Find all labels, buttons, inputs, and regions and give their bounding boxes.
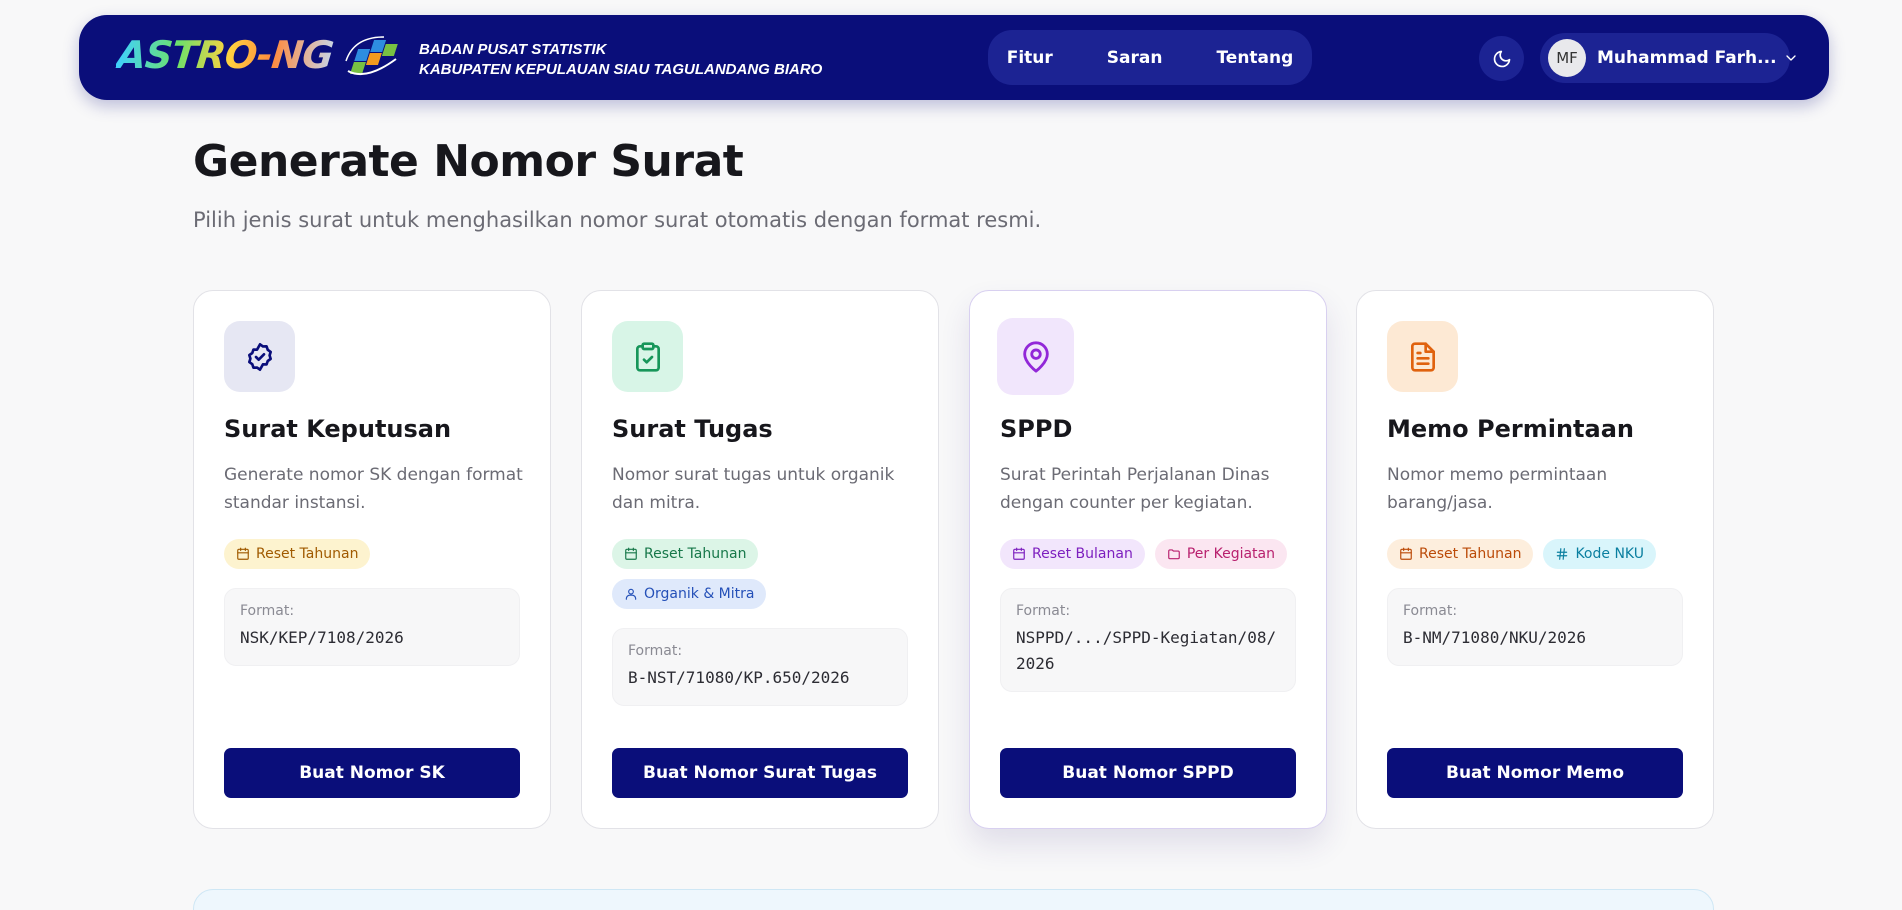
- badge-organik-mitra: Organik & Mitra: [612, 579, 767, 609]
- badge-label: Per Kegiatan: [1186, 546, 1275, 562]
- badge-reset-tahunan: Reset Tahunan: [224, 539, 371, 569]
- buat-nomor-memo-button[interactable]: Buat Nomor Memo: [1387, 748, 1683, 798]
- card-description: Nomor memo permintaan barang/jasa.: [1387, 465, 1608, 513]
- card-surat-tugas: Surat Tugas Nomor surat tugas untuk orga…: [581, 290, 939, 829]
- badge-check-icon: [247, 342, 272, 371]
- format-box: Format: B-NM/71080/NKU/2026: [1387, 588, 1683, 666]
- format-label: Format:: [1403, 603, 1458, 619]
- bps-logo-icon: [345, 36, 398, 75]
- card-title: Surat Keputusan: [224, 415, 452, 443]
- hash-icon: [1557, 548, 1568, 560]
- users-icon: [625, 588, 637, 600]
- clipboard-check-icon: [635, 341, 660, 372]
- badge-kode-nku: Kode NKU: [1543, 539, 1656, 569]
- theme-toggle-button[interactable]: [1479, 36, 1524, 81]
- card-description: Nomor surat tugas untuk organik dan mitr…: [612, 465, 895, 513]
- badge-reset-tahunan: Reset Tahunan: [612, 539, 759, 569]
- folder-icon: [1168, 549, 1180, 560]
- format-box: Format: B-NST/71080/KP.650/2026: [612, 628, 908, 706]
- card-surat-keputusan: Surat Keputusan Generate nomor SK dengan…: [193, 290, 551, 829]
- format-value: NSPPD/.../SPPD-Kegiatan/08/2026: [1016, 628, 1277, 673]
- card-icon-container: [997, 318, 1074, 395]
- org-line-1: BADAN PUSAT STATISTIK: [419, 41, 607, 58]
- chevron-down-icon: [1783, 50, 1799, 66]
- card-description: Generate nomor SK dengan format standar …: [224, 465, 523, 513]
- organization-name: BADAN PUSAT STATISTIK KABUPATEN KEPULAUA…: [419, 40, 822, 80]
- badge-per-kegiatan: Per Kegiatan: [1154, 539, 1287, 569]
- card-icon-container: [224, 321, 295, 392]
- app-logo[interactable]: ASTRO-NG: [115, 33, 335, 77]
- card-title: Surat Tugas: [612, 415, 773, 443]
- card-title: Memo Permintaan: [1387, 415, 1634, 443]
- nav-link-tentang[interactable]: Tentang: [1189, 48, 1320, 68]
- badge-label: Kode NKU: [1575, 546, 1644, 562]
- badge-label: Reset Tahunan: [1419, 546, 1522, 562]
- main-nav: Fitur Saran Tentang: [988, 30, 1312, 85]
- format-box: Format: NSK/KEP/7108/2026: [224, 588, 520, 666]
- moon-icon: [1493, 50, 1510, 67]
- badge-reset-tahunan: Reset Tahunan: [1387, 539, 1534, 569]
- card-sppd: SPPD Surat Perintah Perjalanan Dinas den…: [969, 290, 1327, 829]
- card-icon-container: [612, 321, 683, 392]
- badge-list: Reset Tahunan: [224, 539, 524, 569]
- format-box: Format: NSPPD/.../SPPD-Kegiatan/08/2026: [1000, 588, 1296, 692]
- calendar-icon: [625, 547, 637, 560]
- buat-nomor-sppd-button[interactable]: Buat Nomor SPPD: [1000, 748, 1296, 798]
- badge-list: Reset Bulanan Per Kegiatan: [1000, 539, 1300, 569]
- badge-list: Reset Tahunan Organik & Mitra: [612, 539, 912, 609]
- badge-reset-bulanan: Reset Bulanan: [1000, 539, 1145, 569]
- org-line-2: KABUPATEN KEPULAUAN SIAU TAGULANDANG BIA…: [419, 61, 823, 78]
- user-name: Muhammad Farh...: [1597, 48, 1777, 68]
- badge-list: Reset Tahunan Kode NKU: [1387, 539, 1687, 569]
- format-value: B-NM/71080/NKU/2026: [1403, 628, 1587, 647]
- info-panel: [193, 889, 1714, 910]
- nav-link-fitur[interactable]: Fitur: [980, 48, 1080, 68]
- user-menu[interactable]: MF Muhammad Farh...: [1540, 33, 1796, 83]
- card-memo-permintaan: Memo Permintaan Nomor memo permintaan ba…: [1356, 290, 1714, 829]
- buat-nomor-surat-tugas-button[interactable]: Buat Nomor Surat Tugas: [612, 748, 908, 798]
- format-label: Format:: [1016, 603, 1071, 619]
- card-title: SPPD: [1000, 415, 1073, 443]
- map-pin-icon: [1022, 340, 1049, 373]
- calendar-icon: [1013, 547, 1025, 560]
- format-label: Format:: [240, 603, 295, 619]
- buat-nomor-sk-button[interactable]: Buat Nomor SK: [224, 748, 520, 798]
- format-label: Format:: [628, 643, 683, 659]
- file-text-icon: [1410, 341, 1435, 372]
- nav-link-saran[interactable]: Saran: [1080, 48, 1190, 68]
- card-icon-container: [1387, 321, 1458, 392]
- badge-label: Reset Bulanan: [1032, 546, 1133, 562]
- badge-label: Reset Tahunan: [256, 546, 359, 562]
- page-title: Generate Nomor Surat: [193, 136, 744, 187]
- badge-label: Organik & Mitra: [644, 586, 755, 602]
- card-description: Surat Perintah Perjalanan Dinas dengan c…: [1000, 465, 1270, 513]
- page-subtitle: Pilih jenis surat untuk menghasilkan nom…: [193, 208, 1042, 232]
- badge-label: Reset Tahunan: [644, 546, 747, 562]
- calendar-icon: [1400, 547, 1412, 560]
- calendar-icon: [237, 547, 249, 560]
- avatar: MF: [1548, 39, 1586, 77]
- top-navbar: ASTRO-NG BADAN PUSAT STATISTIK KABUPATEN…: [79, 15, 1829, 100]
- format-value: B-NST/71080/KP.650/2026: [628, 668, 850, 687]
- format-value: NSK/KEP/7108/2026: [240, 628, 404, 647]
